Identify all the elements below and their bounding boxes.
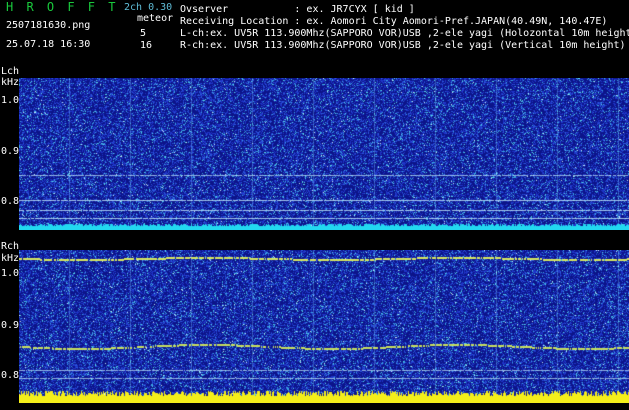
lch-ytick-1: 1.0 (1, 95, 20, 106)
meteor-count-rch: 16 (140, 40, 153, 51)
meteor-count-lch: 5 (140, 28, 147, 39)
lch-config-line: L-ch:ex. UV5R 113.900Mhz(SAPPORO VOR)USB… (180, 28, 629, 39)
lch-ytick-2: 0.9 (1, 146, 20, 157)
rch-ytick-3: 0.8 (1, 370, 20, 381)
lch-ytick-3: 0.8 (1, 196, 20, 207)
rch-ytick-2: 0.9 (1, 320, 20, 331)
lch-spectrogram (19, 78, 629, 230)
app-title: H R O F F T (6, 0, 119, 14)
rch-label: Rch (1, 241, 20, 252)
rch-unit: kHz (1, 253, 20, 264)
rch-config-line: R-ch:ex. UV5R 113.900Mhz(SAPPORO VOR)USB… (180, 40, 626, 51)
observer-line: Ovserver : ex. JR7CYX [ kid ] (180, 4, 415, 15)
rch-ytick-1: 1.0 (1, 268, 20, 279)
lch-unit: kHz (1, 77, 20, 88)
rch-spectrogram (19, 250, 629, 403)
meteor-label: meteor (137, 13, 174, 24)
filename: 2507181630.png (6, 20, 91, 31)
datetime: 25.07.18 16:30 (6, 39, 91, 50)
location-line: Receiving Location : ex. Aomori City Aom… (180, 16, 608, 27)
